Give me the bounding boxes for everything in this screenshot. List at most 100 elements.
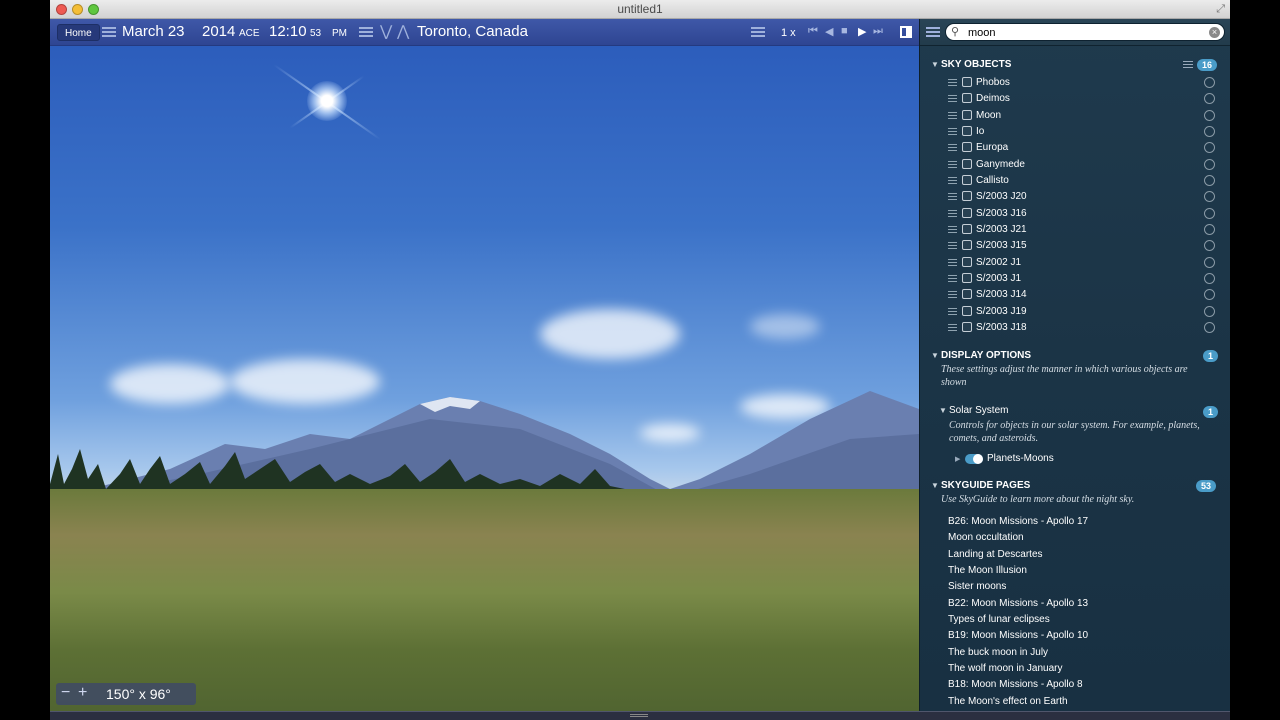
drag-handle-icon[interactable] (948, 79, 957, 86)
drag-handle-icon[interactable] (948, 275, 957, 283)
skyguide-page-link[interactable]: The Moon Illusion (948, 563, 1228, 579)
object-checkbox[interactable] (962, 322, 972, 333)
skyguide-page-link[interactable]: Types of lunar eclipses (948, 612, 1228, 628)
collapse-triangle-icon[interactable]: ▼ (931, 60, 941, 69)
zoom-in-icon[interactable]: + (78, 684, 87, 702)
drag-handle-icon[interactable] (948, 177, 957, 185)
skip-end-icon[interactable]: ⏭ (873, 25, 883, 38)
target-radio[interactable] (1204, 158, 1215, 170)
sky-object-row[interactable]: S/2002 J1 (920, 255, 1230, 271)
target-radio[interactable] (1204, 109, 1215, 121)
step-back-icon[interactable]: ◀ (825, 25, 833, 38)
location-display[interactable]: Toronto, Canada (417, 23, 528, 40)
drag-handle-icon[interactable] (948, 258, 957, 266)
sky-object-row[interactable]: Europa (920, 140, 1230, 156)
object-checkbox[interactable] (962, 289, 972, 300)
resize-grip-icon[interactable] (630, 714, 648, 717)
drag-handle-icon[interactable] (948, 128, 957, 136)
target-radio[interactable] (1204, 93, 1215, 105)
skyguide-page-link[interactable]: B26: Moon Missions - Apollo 17 (948, 514, 1228, 530)
sort-menu-icon[interactable] (1183, 61, 1193, 68)
target-radio[interactable] (1204, 305, 1215, 317)
sun[interactable] (307, 81, 347, 121)
collapse-triangle-icon[interactable]: ▼ (931, 481, 941, 490)
panel-menu-icon[interactable] (926, 27, 940, 37)
fullscreen-icon[interactable]: ⤢ (1216, 3, 1225, 16)
object-checkbox[interactable] (962, 256, 972, 267)
drag-handle-icon[interactable] (948, 307, 957, 315)
sky-object-row[interactable]: S/2003 J15 (920, 238, 1230, 254)
object-checkbox[interactable] (962, 191, 972, 202)
target-radio[interactable] (1204, 175, 1215, 187)
sky-object-row[interactable]: Moon (920, 108, 1230, 124)
date-menu-icon[interactable] (102, 27, 116, 37)
date-display[interactable]: March 23 (122, 23, 185, 40)
skyguide-page-link[interactable]: The buck moon in July (948, 645, 1228, 661)
drag-handle-icon[interactable] (948, 242, 957, 250)
sky-object-row[interactable]: Io (920, 124, 1230, 140)
home-button[interactable]: Home (57, 24, 100, 41)
sky-view[interactable] (50, 19, 919, 711)
object-checkbox[interactable] (962, 207, 972, 218)
sky-object-row[interactable]: Ganymede (920, 157, 1230, 173)
target-radio[interactable] (1204, 240, 1215, 252)
target-radio[interactable] (1204, 273, 1215, 285)
drag-handle-icon[interactable] (948, 193, 957, 201)
sky-object-row[interactable]: S/2003 J16 (920, 206, 1230, 222)
object-checkbox[interactable] (962, 240, 972, 251)
skyguide-page-link[interactable]: The Moon's effect on Earth (948, 694, 1228, 710)
object-checkbox[interactable] (962, 142, 972, 153)
target-radio[interactable] (1204, 77, 1215, 88)
drag-handle-icon[interactable] (948, 209, 957, 217)
sky-object-row[interactable]: S/2003 J21 (920, 222, 1230, 238)
drag-handle-icon[interactable] (948, 324, 957, 332)
target-radio[interactable] (1204, 142, 1215, 154)
collapse-triangle-icon[interactable]: ▼ (931, 351, 941, 360)
playback-menu-icon[interactable] (751, 27, 765, 37)
skyguide-page-link[interactable]: B18: Moon Missions - Apollo 8 (948, 677, 1228, 693)
object-checkbox[interactable] (962, 93, 972, 104)
time-display[interactable]: 12:10 (269, 23, 307, 40)
object-checkbox[interactable] (962, 175, 972, 186)
drag-handle-icon[interactable] (948, 95, 957, 103)
display-options-header[interactable]: ▼ DISPLAY OPTIONS (931, 350, 1031, 361)
year-display[interactable]: 2014 (202, 23, 235, 40)
sky-object-row[interactable]: Callisto (920, 173, 1230, 189)
skip-start-icon[interactable]: ⏮ (808, 25, 818, 38)
seconds-display[interactable]: 53 (310, 28, 321, 39)
expand-triangle-icon[interactable]: ▶ (955, 455, 960, 463)
target-radio[interactable] (1204, 322, 1215, 334)
skyguide-page-link[interactable]: Sister moons (948, 579, 1228, 595)
sky-objects-header[interactable]: ▼ SKY OBJECTS (931, 59, 1011, 70)
sky-object-row[interactable]: S/2003 J20 (920, 189, 1230, 205)
location-menu-icon[interactable] (359, 27, 373, 37)
skyguide-page-link[interactable]: B19: Moon Missions - Apollo 10 (948, 628, 1228, 644)
drag-handle-icon[interactable] (948, 144, 957, 152)
object-checkbox[interactable] (962, 77, 972, 87)
drag-handle-icon[interactable] (948, 226, 957, 234)
target-radio[interactable] (1204, 191, 1215, 203)
target-radio[interactable] (1204, 256, 1215, 268)
sky-object-row[interactable]: S/2003 J18 (920, 320, 1230, 336)
planets-moons-toggle[interactable] (965, 454, 983, 464)
object-checkbox[interactable] (962, 158, 972, 169)
search-input[interactable] (968, 25, 1198, 40)
search-box[interactable]: ⚲ × (945, 23, 1225, 41)
speed-display[interactable]: 1 x (781, 27, 796, 39)
collapse-triangle-icon[interactable]: ▼ (939, 406, 949, 415)
sky-object-row[interactable]: S/2003 J19 (920, 304, 1230, 320)
sky-object-row[interactable]: Deimos (920, 91, 1230, 107)
drag-handle-icon[interactable] (948, 111, 957, 119)
object-checkbox[interactable] (962, 126, 972, 137)
play-icon[interactable]: ▶ (858, 25, 866, 38)
target-radio[interactable] (1204, 224, 1215, 236)
object-checkbox[interactable] (962, 224, 972, 235)
clear-search-icon[interactable]: × (1209, 27, 1220, 38)
sky-object-row[interactable]: S/2003 J1 (920, 271, 1230, 287)
target-radio[interactable] (1204, 126, 1215, 138)
target-radio[interactable] (1204, 207, 1215, 219)
skyguide-page-link[interactable]: Moon occultation (948, 530, 1228, 546)
step-up-icon[interactable]: ⋀ (397, 22, 409, 40)
skyguide-page-link[interactable]: The wolf moon in January (948, 661, 1228, 677)
skyguide-page-link[interactable]: Landing at Descartes (948, 547, 1228, 563)
